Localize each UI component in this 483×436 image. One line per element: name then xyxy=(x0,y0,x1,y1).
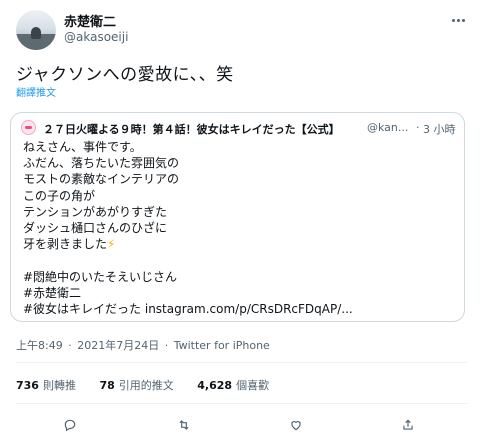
quoted-line: 牙を剥きました xyxy=(23,237,108,252)
likes-stat[interactable]: 4,628 個喜歡 xyxy=(197,377,269,393)
quoted-blank-line xyxy=(23,252,353,268)
more-dots-icon[interactable] xyxy=(446,10,470,30)
user-handle[interactable]: @akasoeiji xyxy=(64,30,128,44)
tweet-time[interactable]: 上午8:49 xyxy=(16,339,63,352)
quoted-line: ふだん、落ちたいた雰囲気の xyxy=(23,156,180,171)
retweets-label: 則轉推 xyxy=(42,379,76,392)
quoted-line: モストの素敵なインテリアの xyxy=(23,172,180,187)
quoted-hashtag[interactable]: #悶絶中のいたそえいじさん xyxy=(23,269,353,285)
retweets-count: 736 xyxy=(16,379,39,392)
tweet-meta: 上午8:49 · 2021年7月24日 · Twitter for iPhone xyxy=(16,337,272,353)
quoted-line: ねえさん、事件です。 xyxy=(23,140,142,154)
divider xyxy=(16,403,467,404)
avatar[interactable] xyxy=(16,10,56,50)
quoted-display-name: ２７日火曜よる９時！第４話！彼女はキレイだった【公式】 xyxy=(43,123,340,136)
translate-link[interactable]: 翻譯推文 xyxy=(16,84,56,99)
quoted-separator: · xyxy=(416,121,420,134)
quoted-handle: @kan... xyxy=(367,121,409,134)
quoted-time: 3 小時 xyxy=(423,123,456,136)
tweet-stats: 736 則轉推 78 引用的推文 4,628 個喜歡 xyxy=(16,377,269,393)
quoted-tweet[interactable]: ２７日火曜よる９時！第４話！彼女はキレイだった【公式】 @kan... · 3 … xyxy=(10,112,465,322)
tweet-client: Twitter for iPhone xyxy=(173,339,270,352)
quoted-avatar xyxy=(21,120,36,135)
meta-separator: · xyxy=(164,339,169,352)
quoted-body: ねえさん、事件です。 ふだん、落ちたいた雰囲気の モストの素敵なインテリアの こ… xyxy=(23,139,353,317)
quoted-line-with-emoji: 牙を剥きました⚡ xyxy=(23,236,353,252)
quoted-line: ダッシュ樋口さんのひざに xyxy=(23,220,168,235)
quotes-count: 78 xyxy=(99,379,115,392)
lightning-emoji: ⚡ xyxy=(107,237,116,252)
retweets-stat[interactable]: 736 則轉推 xyxy=(16,377,76,393)
likes-label: 個喜歡 xyxy=(236,379,270,392)
display-name[interactable]: 赤楚衛二 xyxy=(64,11,116,30)
tweet-date[interactable]: 2021年7月24日 xyxy=(77,339,159,352)
quotes-label: 引用的推文 xyxy=(118,379,174,392)
quoted-hashtag-link[interactable]: #彼女はキレイだった instagram.com/p/CRsDRcFDqAP/.… xyxy=(23,301,353,317)
likes-count: 4,628 xyxy=(197,379,233,392)
quotes-stat[interactable]: 78 引用的推文 xyxy=(99,377,173,393)
meta-separator: · xyxy=(68,339,72,352)
tweet-text: ジャクソンへの愛故に、、笑 xyxy=(16,65,234,85)
divider xyxy=(16,362,467,363)
tweet-detail: 赤楚衛二 @akasoeiji ジャクソンへの愛故に、、笑 翻譯推文 ２７日火曜… xyxy=(0,0,483,432)
action-bar xyxy=(0,415,483,432)
quoted-line: この子の角が xyxy=(23,188,96,203)
quoted-hashtag[interactable]: #赤楚衛二 xyxy=(23,285,353,301)
quoted-line: テンションがあがりすぎた xyxy=(23,204,168,219)
avatar-figure xyxy=(31,27,41,39)
